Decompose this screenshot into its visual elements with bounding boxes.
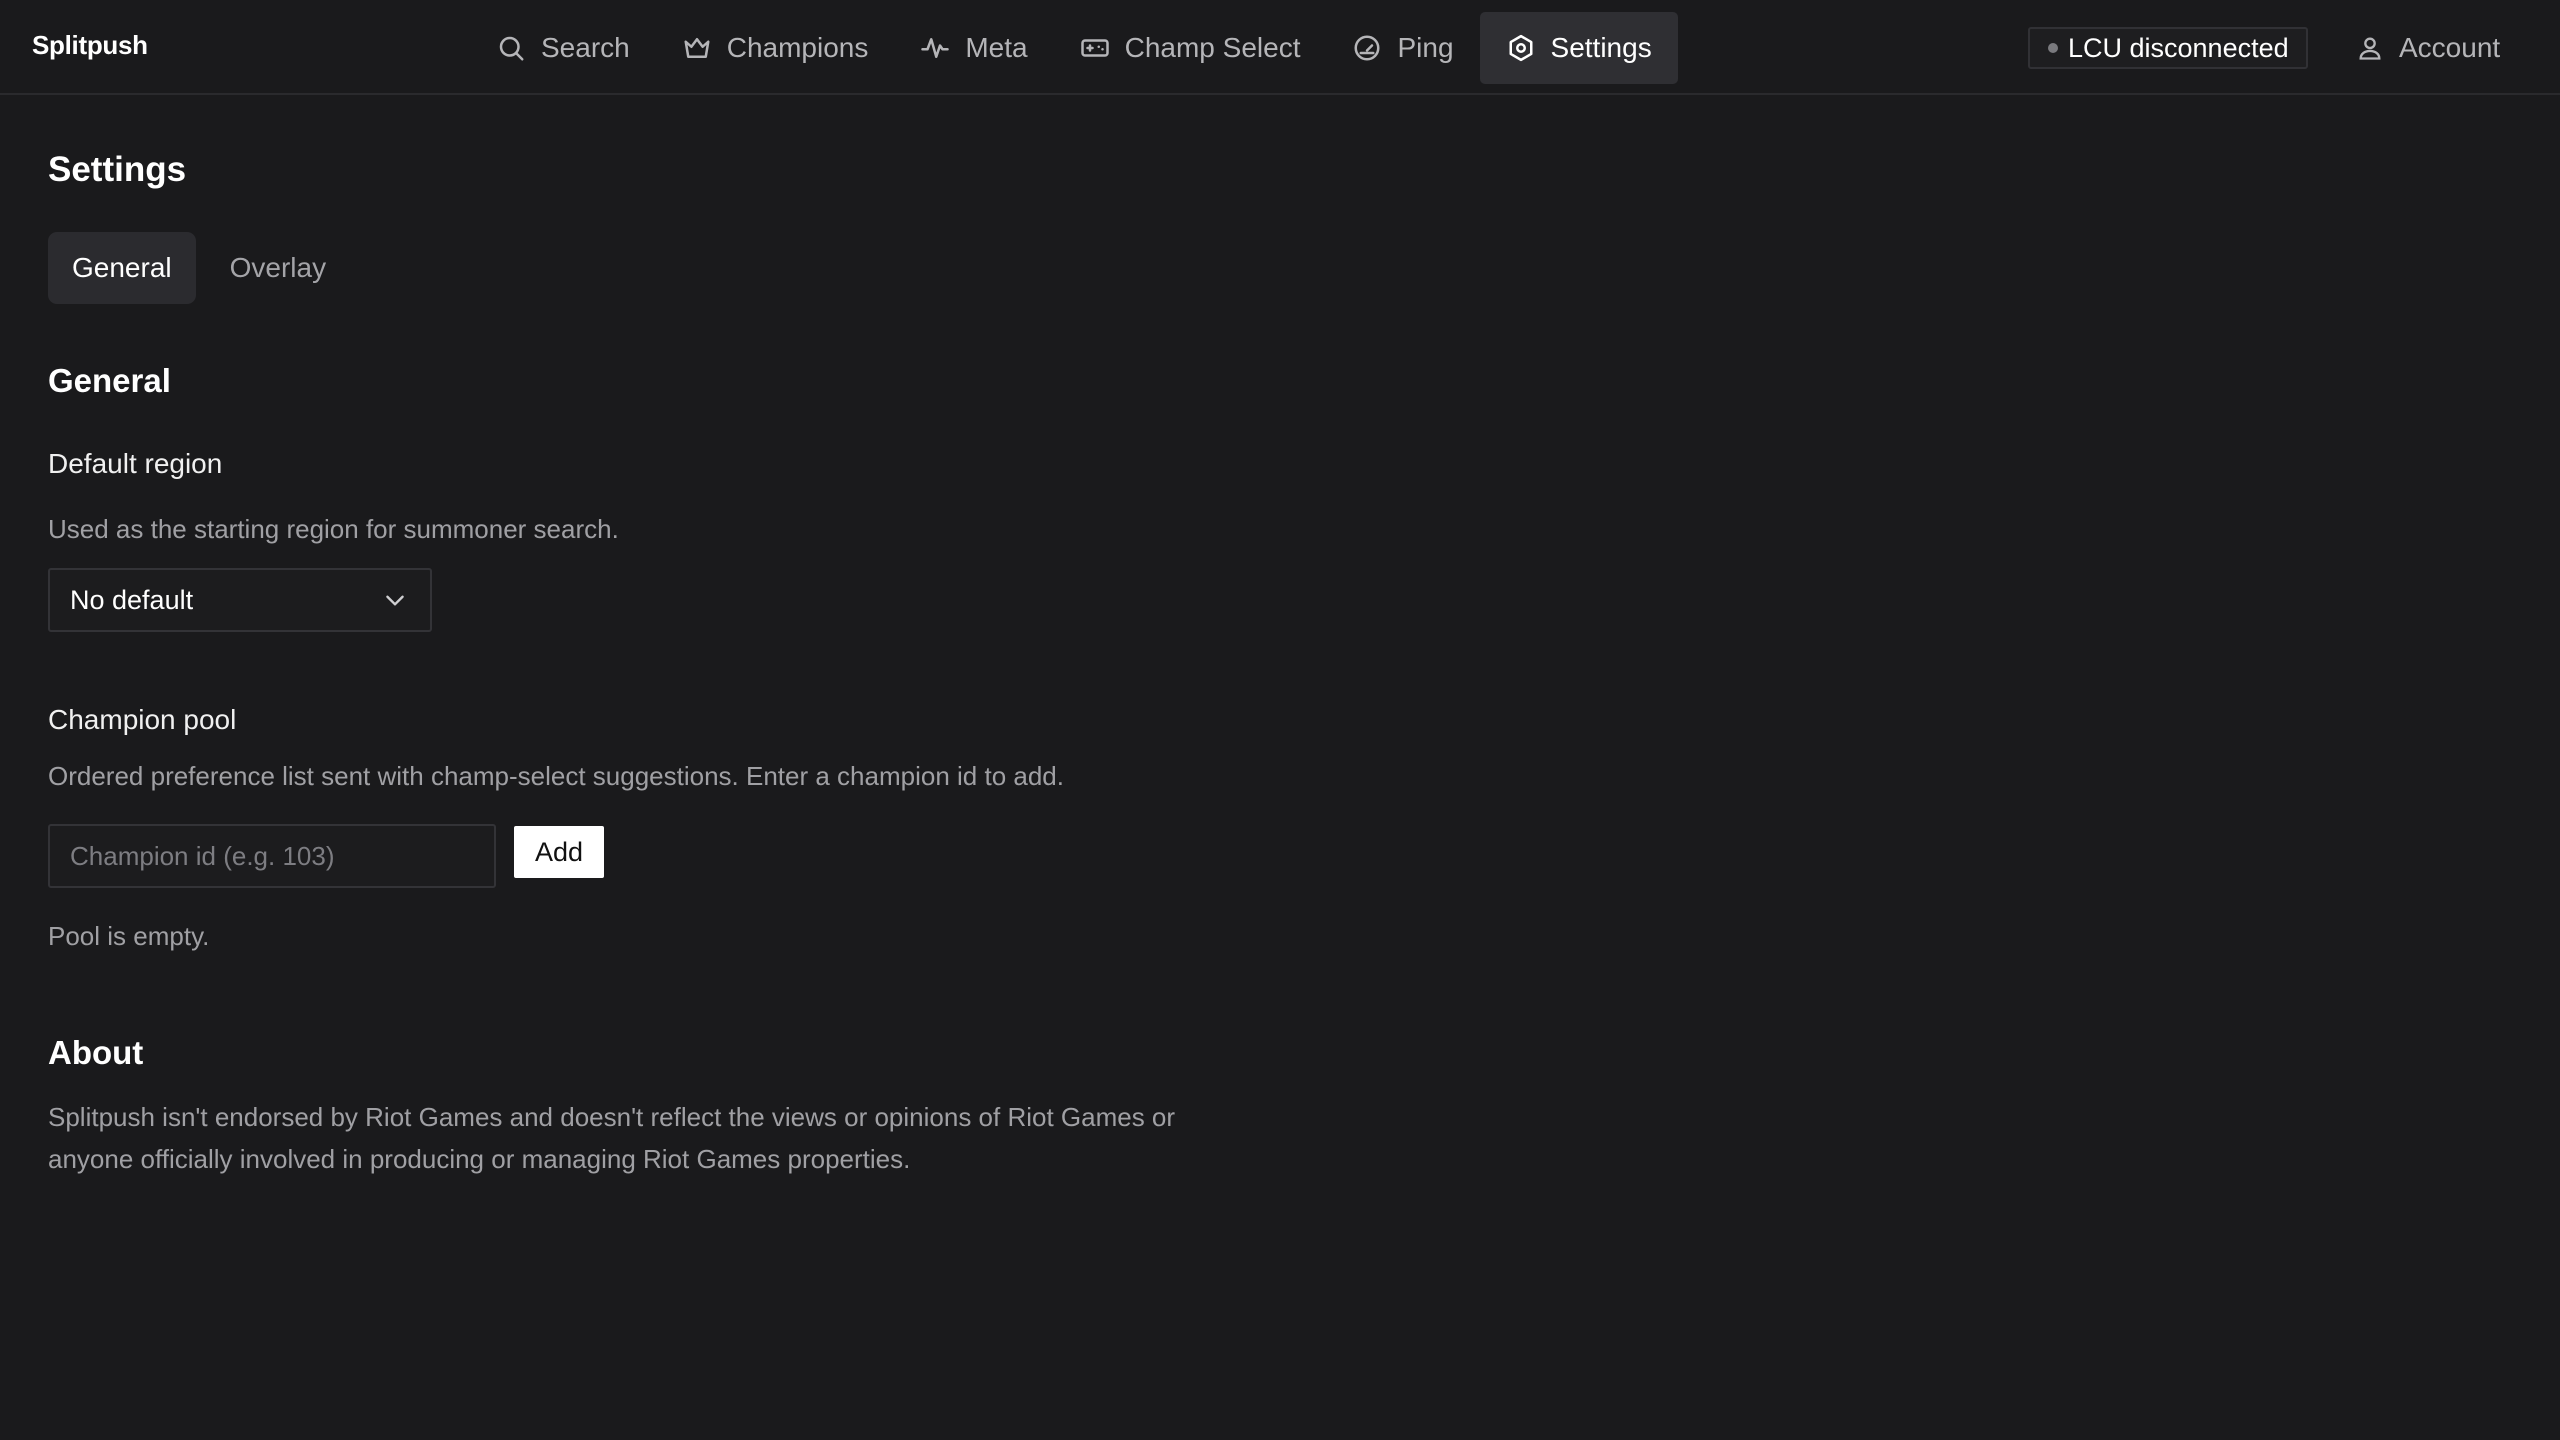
search-icon <box>499 36 524 61</box>
nav-item-search[interactable]: Search <box>470 12 656 84</box>
status-dot <box>2048 43 2058 53</box>
nav-item-meta[interactable]: Meta <box>894 12 1053 84</box>
pool-empty-text: Pool is empty. <box>48 921 210 951</box>
settings-tabs: General Overlay <box>48 232 350 304</box>
gauge-icon <box>1354 35 1380 61</box>
user-icon <box>2359 37 2381 60</box>
nav-item-champ-select[interactable]: Champ Select <box>1054 12 1327 84</box>
page-title: Settings <box>48 150 187 189</box>
nav-item-ping[interactable]: Ping <box>1326 12 1479 84</box>
tab-general[interactable]: General <box>48 232 196 304</box>
crown-icon <box>684 38 710 58</box>
champion-id-input[interactable] <box>48 824 496 888</box>
brand-logo[interactable]: Splitpush <box>32 30 148 61</box>
nav-item-label: Champions <box>726 32 869 63</box>
default-region-value: No default <box>70 584 194 615</box>
nav-item-champions[interactable]: Champions <box>656 12 895 84</box>
champion-pool-label: Champion pool <box>48 704 237 735</box>
chevron-down-icon <box>386 595 404 606</box>
default-region-label: Default region <box>48 448 223 479</box>
nav-item-label: Champ Select <box>1124 32 1301 63</box>
main-nav: Search Champions Meta Champ Select Ping … <box>470 12 1678 84</box>
nav-item-label: Search <box>541 32 630 63</box>
settings-icon <box>1509 34 1533 62</box>
default-region-select[interactable]: No default <box>48 568 432 632</box>
about-text: Splitpush isn't endorsed by Riot Games a… <box>48 1102 1176 1174</box>
nav-item-label: Ping <box>1397 32 1454 63</box>
account-label: Account <box>2399 32 2501 63</box>
nav-item-label: Meta <box>965 32 1028 63</box>
add-champion-button[interactable]: Add <box>514 826 604 878</box>
top-bar: Splitpush Search Champions Meta Champ Se… <box>0 0 2560 95</box>
activity-icon <box>921 38 950 58</box>
lcu-status-badge: LCU disconnected <box>2028 27 2308 69</box>
lcu-status-label: LCU disconnected <box>2068 32 2289 63</box>
default-region-help: Used as the starting region for summoner… <box>48 514 619 544</box>
section-title-about: About <box>48 1034 144 1071</box>
gamepad-icon <box>1080 39 1109 57</box>
section-title-general: General <box>48 362 171 399</box>
tab-overlay[interactable]: Overlay <box>206 232 350 304</box>
account-button[interactable]: Account <box>2352 12 2504 84</box>
champion-pool-help: Ordered preference list sent with champ-… <box>48 761 1064 791</box>
nav-item-settings[interactable]: Settings <box>1479 12 1678 84</box>
nav-item-label: Settings <box>1550 32 1652 63</box>
